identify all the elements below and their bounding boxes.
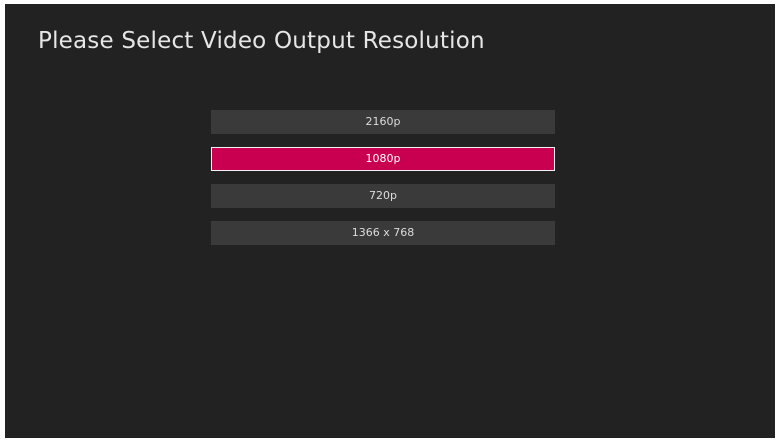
page-title: Please Select Video Output Resolution (38, 28, 485, 54)
resolution-screen: Please Select Video Output Resolution 21… (5, 4, 775, 438)
option-2160p[interactable]: 2160p (211, 110, 555, 134)
option-1080p[interactable]: 1080p (211, 147, 555, 171)
option-1366x768[interactable]: 1366 x 768 (211, 221, 555, 245)
resolution-option-list: 2160p 1080p 720p 1366 x 768 (211, 110, 555, 258)
option-720p[interactable]: 720p (211, 184, 555, 208)
